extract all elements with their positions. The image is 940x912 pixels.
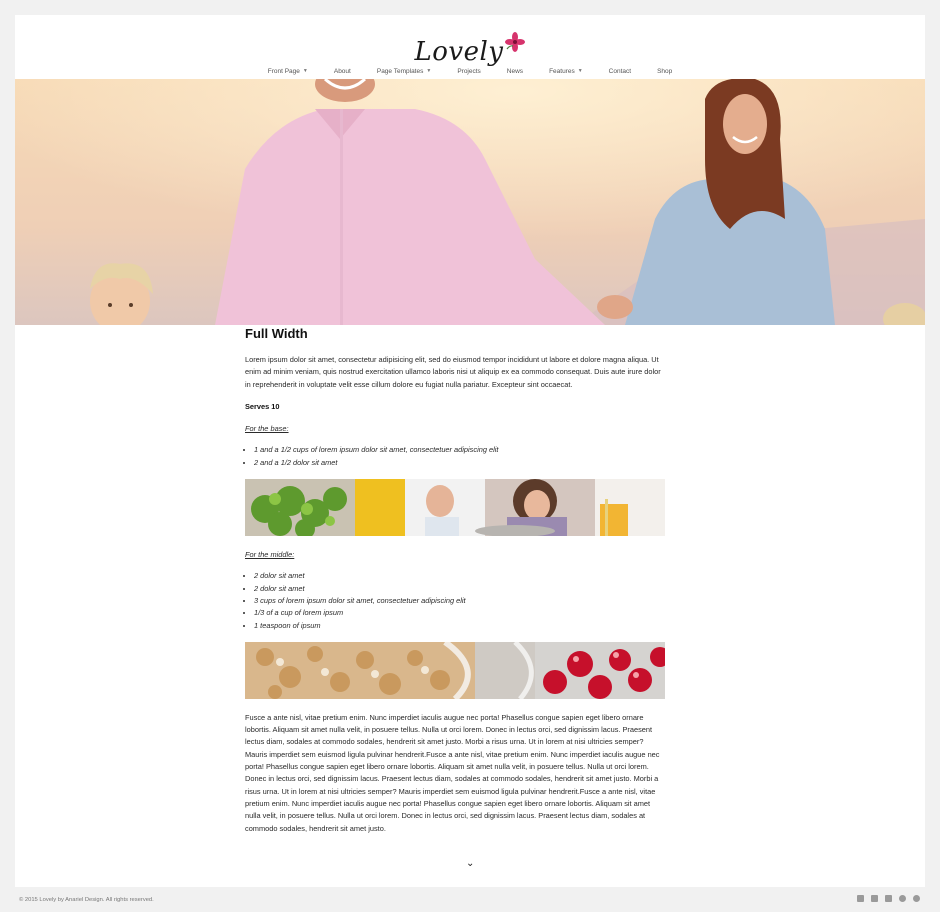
nav-item-label: Page Templates [376,67,424,75]
list-item: 2 dolor sit amet [254,570,665,582]
list-item: 1 and a 1/2 cups of lorem ipsum dolor si… [254,444,665,456]
facebook-icon[interactable] [857,895,864,902]
nav-item-front-page[interactable]: Front Page ▼ [255,64,321,78]
nav-item-label: News [506,67,524,75]
nav-item-label: Shop [657,67,673,75]
middle-heading: For the middle: [245,550,295,560]
caret-down-icon: ▼ [426,68,432,74]
nav-item-label: Projects [457,67,481,75]
list-item: 1 teaspoon of ipsum [254,620,665,632]
nav-item-label: Features [549,67,575,75]
caret-down-icon: ▼ [577,68,583,74]
social-links [857,895,920,902]
serves-label: Serves 10 [245,401,280,411]
page-title: Full Width [245,326,308,341]
nav-item-news[interactable]: News [494,64,536,78]
wordpress-icon[interactable] [913,895,920,902]
family-cooking-image [245,479,665,537]
list-item: 2 and a 1/2 dolor sit amet [254,457,665,469]
granola-cherries-image [245,641,665,699]
hero-image [15,79,925,325]
nav-item-shop[interactable]: Shop [644,64,685,78]
intro-paragraph: Lorem ipsum dolor sit amet, consectetur … [245,355,661,389]
caret-down-icon: ▼ [302,68,308,74]
main-navigation: Front Page ▼ About Page Templates ▼ Projects N… [15,64,925,78]
nav-item-features[interactable]: Features ▼ [536,64,596,78]
google-plus-icon[interactable] [885,895,892,902]
article-content: Full Width Lorem ipsum dolor sit amet, c… [245,326,665,845]
logo-text: Lovely [414,37,504,67]
nav-item-page-templates[interactable]: Page Templates ▼ [364,64,444,78]
list-item: 2 dolor sit amet [254,583,665,595]
base-heading: For the base: [245,424,289,434]
body-paragraph: Fusce a ante nisl, vitae pretium enim. N… [245,712,660,833]
pinterest-icon[interactable] [899,895,906,902]
nav-item-label: Contact [608,67,632,75]
base-ingredients-list: 1 and a 1/2 cups of lorem ipsum dolor si… [245,444,665,469]
nav-item-label: About [333,67,351,75]
list-item: 1/3 of a cup of lorem ipsum [254,607,665,619]
scroll-down-icon[interactable]: ⌄ [466,858,474,869]
twitter-icon[interactable] [871,895,878,902]
middle-ingredients-list: 2 dolor sit amet2 dolor sit amet3 cups o… [245,570,665,631]
list-item: 3 cups of lorem ipsum dolor sit amet, co… [254,595,665,607]
nav-item-projects[interactable]: Projects [444,64,493,78]
footer-copyright: © 2015 Lovely by Anariel Design. All rig… [19,897,154,903]
nav-item-contact[interactable]: Contact [596,64,644,78]
flower-icon [504,32,525,52]
nav-item-about[interactable]: About [321,64,364,78]
nav-item-label: Front Page [267,67,300,75]
